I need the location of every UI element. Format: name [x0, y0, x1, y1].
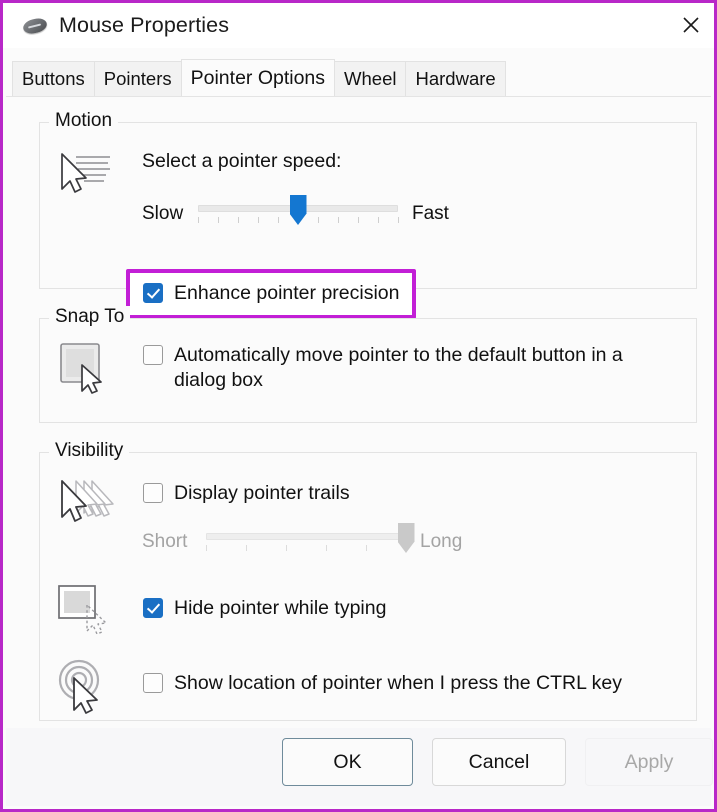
- trails-slider-track: [206, 533, 406, 540]
- enhance-precision-label: Enhance pointer precision: [174, 282, 400, 304]
- close-icon: [683, 17, 699, 33]
- ok-button[interactable]: OK: [282, 738, 413, 786]
- locate-pointer-icon: [56, 658, 116, 716]
- dialog-footer: OK Cancel Apply: [6, 728, 713, 806]
- visibility-group-title: Visibility: [49, 440, 130, 462]
- close-button[interactable]: [668, 3, 714, 47]
- enhance-precision-checkbox[interactable]: [143, 283, 163, 303]
- auto-move-pointer-checkbox[interactable]: [143, 345, 163, 365]
- trails-slider-ticks: [206, 545, 407, 552]
- tab-hardware[interactable]: Hardware: [405, 61, 506, 96]
- pointer-speed-label: Select a pointer speed:: [142, 150, 342, 172]
- show-location-label: Show location of pointer when I press th…: [174, 672, 623, 694]
- default-button-cursor-icon: [58, 341, 114, 397]
- trails-length-slider[interactable]: [206, 521, 415, 559]
- pointer-speed-slider-row: Slow Fast: [142, 193, 542, 233]
- hide-pointer-typing-checkbox[interactable]: [143, 598, 163, 618]
- trails-slider-min-label: Short: [142, 531, 188, 552]
- motion-group: Motion Select a pointer speed: Slow Fast…: [39, 110, 697, 319]
- enhance-precision-row[interactable]: Enhance pointer precision: [143, 281, 399, 306]
- motion-group-title: Motion: [49, 110, 119, 132]
- pointer-options-panel: Motion Select a pointer speed: Slow Fast…: [6, 96, 713, 806]
- apply-button[interactable]: Apply: [585, 738, 713, 786]
- auto-move-pointer-row[interactable]: Automatically move pointer to the defaul…: [143, 343, 644, 393]
- display-trails-label: Display pointer trails: [174, 482, 350, 504]
- tab-buttons[interactable]: Buttons: [12, 61, 95, 96]
- display-trails-row[interactable]: Display pointer trails: [143, 481, 350, 506]
- tab-pointer-options[interactable]: Pointer Options: [180, 59, 336, 96]
- show-location-checkbox[interactable]: [143, 673, 163, 693]
- trails-length-slider-row: Short Long: [142, 521, 542, 561]
- pointer-trails-icon: [54, 475, 114, 533]
- auto-move-pointer-label: Automatically move pointer to the defaul…: [174, 344, 623, 391]
- hide-pointer-typing-row[interactable]: Hide pointer while typing: [143, 596, 386, 621]
- mouse-properties-window: Mouse Properties Buttons Pointers Pointe…: [0, 0, 717, 812]
- pointer-speed-slider[interactable]: [198, 193, 399, 231]
- display-trails-checkbox[interactable]: [143, 483, 163, 503]
- title-bar: Mouse Properties: [3, 3, 714, 48]
- tab-bar: Buttons Pointers Pointer Options Wheel H…: [3, 59, 714, 96]
- window-title: Mouse Properties: [59, 13, 230, 37]
- trails-slider-max-label: Long: [420, 531, 463, 552]
- slider-max-label: Fast: [412, 203, 449, 224]
- cancel-button[interactable]: Cancel: [432, 738, 566, 786]
- tab-wheel[interactable]: Wheel: [334, 61, 407, 96]
- pointer-speed-icon: [54, 148, 116, 204]
- snap-to-group: Snap To Automatically move pointer to th…: [39, 306, 697, 423]
- show-location-row[interactable]: Show location of pointer when I press th…: [143, 671, 622, 696]
- hide-pointer-typing-icon: [56, 583, 116, 641]
- snap-to-group-title: Snap To: [49, 306, 131, 328]
- hide-pointer-typing-label: Hide pointer while typing: [174, 597, 387, 619]
- tab-pointers[interactable]: Pointers: [93, 61, 182, 96]
- mouse-icon: [21, 15, 49, 36]
- slider-min-label: Slow: [142, 203, 184, 224]
- visibility-group: Visibility Display pointer trails Short …: [39, 440, 697, 721]
